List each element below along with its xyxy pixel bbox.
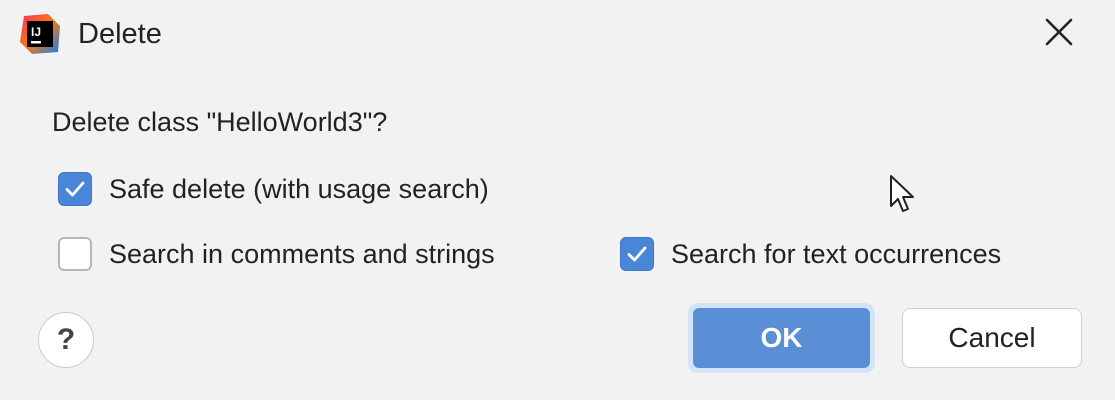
delete-dialog: IJ Delete Delete class "HelloWorld3"? Sa…: [0, 0, 1115, 400]
dialog-title: Delete: [78, 18, 162, 50]
delete-question: Delete class "HelloWorld3"?: [52, 107, 388, 137]
search-text-checkbox[interactable]: Search for text occurrences: [620, 237, 1001, 271]
close-icon: [1044, 17, 1074, 52]
close-button[interactable]: [1038, 14, 1080, 54]
ok-button-label: OK: [693, 308, 870, 368]
help-button[interactable]: ?: [38, 312, 94, 368]
mouse-pointer-icon: [888, 174, 918, 216]
search-comments-label: Search in comments and strings: [109, 239, 495, 269]
search-comments-checkbox[interactable]: Search in comments and strings: [58, 237, 495, 271]
safe-delete-label: Safe delete (with usage search): [109, 174, 489, 204]
checkbox-checked-icon: [620, 237, 654, 271]
checkbox-checked-icon: [58, 172, 92, 206]
safe-delete-checkbox[interactable]: Safe delete (with usage search): [58, 172, 489, 206]
search-text-label: Search for text occurrences: [671, 239, 1002, 269]
intellij-idea-icon: IJ: [18, 12, 62, 56]
svg-text:IJ: IJ: [31, 25, 41, 39]
checkbox-unchecked-icon: [58, 237, 92, 271]
cancel-button[interactable]: Cancel: [902, 308, 1082, 368]
ok-button[interactable]: OK: [688, 303, 875, 373]
title-bar: IJ Delete: [0, 0, 1115, 70]
